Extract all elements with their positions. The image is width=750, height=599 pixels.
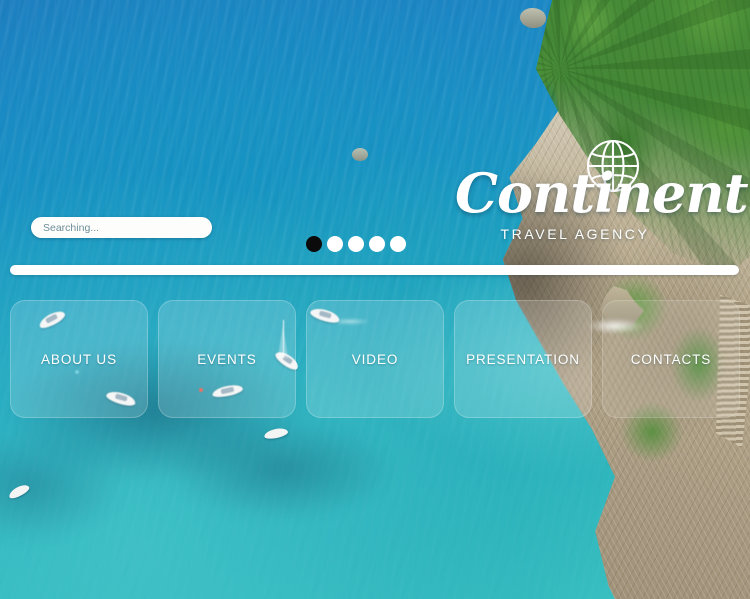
carousel-dots xyxy=(306,236,406,252)
nav-card-label: ABOUT US xyxy=(41,351,117,367)
nav-card-label: CONTACTS xyxy=(630,351,712,367)
nav-card-label: PRESENTATION xyxy=(466,351,580,367)
nav-card-label: VIDEO xyxy=(351,351,399,367)
nav-card-presentation[interactable]: PRESENTATION xyxy=(454,300,592,418)
carousel-dot-2[interactable] xyxy=(327,236,343,252)
travel-agency-landing-page: Continent TRAVEL AGENCY ABOUT US EVENTS xyxy=(0,0,750,599)
nav-card-contacts[interactable]: CONTACTS xyxy=(602,300,740,418)
search-input[interactable] xyxy=(43,221,200,234)
nav-card-label: EVENTS xyxy=(197,351,257,367)
carousel-dot-4[interactable] xyxy=(369,236,385,252)
horizontal-bar[interactable] xyxy=(10,265,739,275)
brand-logo: Continent TRAVEL AGENCY xyxy=(455,138,749,250)
brand-tagline: TRAVEL AGENCY xyxy=(500,226,650,242)
globe-icon xyxy=(586,139,640,193)
brand-name: Continent xyxy=(455,161,749,225)
nav-card-events[interactable]: EVENTS xyxy=(158,300,296,418)
carousel-dot-3[interactable] xyxy=(348,236,364,252)
nav-card-row: ABOUT US EVENTS VIDEO PRESENTATION CONTA… xyxy=(10,300,750,418)
nav-card-video[interactable]: VIDEO xyxy=(306,300,444,418)
carousel-dot-1[interactable] xyxy=(306,236,322,252)
carousel-dot-5[interactable] xyxy=(390,236,406,252)
ui-overlay: Continent TRAVEL AGENCY ABOUT US EVENTS xyxy=(0,0,750,599)
nav-card-about-us[interactable]: ABOUT US xyxy=(10,300,148,418)
search-box[interactable] xyxy=(31,217,212,238)
